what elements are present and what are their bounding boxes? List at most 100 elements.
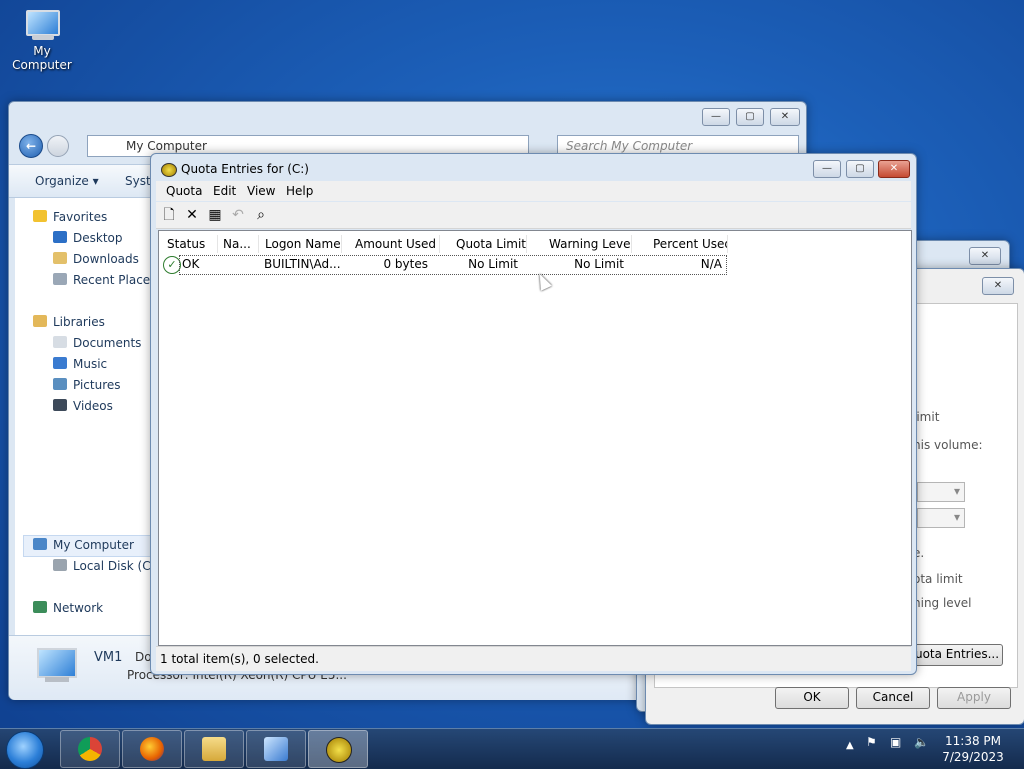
menu-view[interactable]: View (247, 184, 275, 198)
ok-button[interactable]: OK (775, 687, 849, 709)
volume-label: his volume: (913, 438, 983, 452)
column-header-name[interactable]: Na... (221, 235, 259, 253)
delete-icon[interactable]: ✕ (183, 206, 201, 224)
clock[interactable]: 11:38 PM 7/29/2023 (928, 733, 1018, 765)
quota-entries-list: Status Na... Logon Name Amount Used Quot… (158, 230, 912, 646)
cell-quota-limit: No Limit (468, 257, 518, 271)
column-header-logon-name[interactable]: Logon Name (263, 235, 342, 253)
quota-entries-button[interactable]: uota Entries... (911, 644, 1003, 666)
close-button[interactable]: ✕ (982, 277, 1014, 295)
cell-status: OK (182, 257, 200, 271)
quota-app-icon (161, 163, 177, 177)
taskbar-chrome[interactable] (60, 730, 120, 768)
nav-local-disk[interactable]: Local Disk (C:) (53, 557, 159, 575)
quota-app-icon (326, 737, 352, 763)
network-icon (33, 601, 47, 613)
menu-bar: Quota Edit View Help (156, 181, 911, 201)
maximize-button[interactable]: ▢ (846, 160, 874, 178)
cancel-button[interactable]: Cancel (856, 687, 930, 709)
videos-icon (53, 399, 67, 411)
status-text: 1 total item(s), 0 selected. (160, 652, 319, 666)
recent-places-icon (53, 273, 67, 285)
forward-button[interactable] (47, 135, 69, 157)
undo-icon[interactable]: ↶ (229, 206, 247, 224)
disk-icon (53, 559, 67, 571)
status-bar: 1 total item(s), 0 selected. (156, 646, 911, 671)
back-button[interactable]: ← (19, 134, 43, 158)
desktop-icon-label: My Computer (12, 44, 72, 72)
column-header-amount-used[interactable]: Amount Used (353, 235, 440, 253)
cell-amount-used: 0 bytes (383, 257, 428, 271)
nav-favorites[interactable]: Favorites (33, 208, 107, 226)
nav-downloads[interactable]: Downloads (53, 250, 139, 268)
column-header-quota-limit[interactable]: Quota Limit (454, 235, 527, 253)
desktop-icon-my-computer[interactable]: My Computer (2, 8, 82, 72)
close-button[interactable]: ✕ (969, 247, 1001, 265)
nav-desktop[interactable]: Desktop (53, 229, 123, 247)
computer-name: VM1 (94, 650, 123, 665)
taskbar-quota[interactable] (308, 730, 368, 768)
new-entry-icon[interactable]: 🗋 (160, 206, 178, 224)
close-button[interactable]: ✕ (878, 160, 910, 178)
quota-toolbar: 🗋 ✕ ▦ ↶ ⌕ (156, 202, 911, 229)
computer-icon (22, 8, 62, 42)
close-button[interactable]: ✕ (770, 108, 800, 126)
warning-level-label: ning level (913, 596, 972, 610)
quota-limit-label: ota limit (913, 572, 963, 586)
nav-network[interactable]: Network (33, 599, 103, 617)
show-hidden-icons-icon[interactable]: ▲ (846, 740, 854, 751)
taskbar-explorer[interactable] (184, 730, 244, 768)
address-text: My Computer (126, 139, 207, 153)
pictures-icon (53, 378, 67, 390)
libraries-icon (33, 315, 47, 327)
column-header-status[interactable]: Status (165, 235, 218, 253)
start-button[interactable] (6, 731, 44, 769)
navigation-pane: Favorites Desktop Downloads Recent Place… (15, 198, 159, 638)
maximize-button[interactable]: ▢ (736, 108, 764, 126)
menu-help[interactable]: Help (286, 184, 313, 198)
limit-unit-select[interactable]: ▾ (917, 482, 965, 502)
nav-music[interactable]: Music (53, 355, 107, 373)
apply-button[interactable]: Apply (937, 687, 1011, 709)
firefox-icon (140, 737, 164, 761)
folder-icon (202, 737, 226, 761)
search-placeholder: Search My Computer (566, 139, 693, 153)
desktop-icon (53, 231, 67, 243)
nav-pictures[interactable]: Pictures (53, 376, 121, 394)
downloads-folder-icon (53, 252, 67, 264)
taskbar-app[interactable] (246, 730, 306, 768)
menu-quota[interactable]: Quota (166, 184, 202, 198)
table-row[interactable]: OK BUILTIN\Ad... 0 bytes No Limit No Lim… (179, 255, 727, 275)
minimize-button[interactable]: — (813, 160, 841, 178)
cell-percent-used: N/A (700, 257, 722, 271)
column-header-warning-level[interactable]: Warning Level (547, 235, 632, 253)
clock-time: 11:38 PM (945, 734, 1001, 748)
minimize-button[interactable]: — (702, 108, 730, 126)
nav-recent-places[interactable]: Recent Places (53, 271, 156, 289)
nav-documents[interactable]: Documents (53, 334, 141, 352)
window-title: Quota Entries for (C:) (181, 162, 309, 176)
chrome-icon (78, 737, 102, 761)
nav-libraries[interactable]: Libraries (33, 313, 105, 331)
cell-warning-level: No Limit (574, 257, 624, 271)
nav-my-computer[interactable]: My Computer (33, 536, 134, 554)
taskbar-firefox[interactable] (122, 730, 182, 768)
clock-date: 7/29/2023 (942, 750, 1004, 764)
paper-plane-icon (264, 737, 288, 761)
documents-icon (53, 336, 67, 348)
warning-unit-select[interactable]: ▾ (917, 508, 965, 528)
find-icon[interactable]: ⌕ (252, 206, 270, 224)
quota-entries-window: Quota Entries for (C:) — ▢ ✕ Quota Edit … (150, 153, 917, 675)
action-center-icon[interactable]: ⚑ (866, 735, 877, 749)
volume-muted-icon[interactable]: 🔈 (914, 735, 929, 749)
organize-button[interactable]: Organize ▾ (35, 174, 99, 188)
computer-icon (35, 646, 79, 684)
network-tray-icon[interactable]: ▣ (890, 735, 901, 749)
column-header-percent-used[interactable]: Percent Used (651, 235, 728, 253)
nav-videos[interactable]: Videos (53, 397, 113, 415)
music-icon (53, 357, 67, 369)
menu-edit[interactable]: Edit (213, 184, 236, 198)
star-icon (33, 210, 47, 222)
computer-icon (33, 538, 47, 550)
properties-icon[interactable]: ▦ (206, 206, 224, 224)
